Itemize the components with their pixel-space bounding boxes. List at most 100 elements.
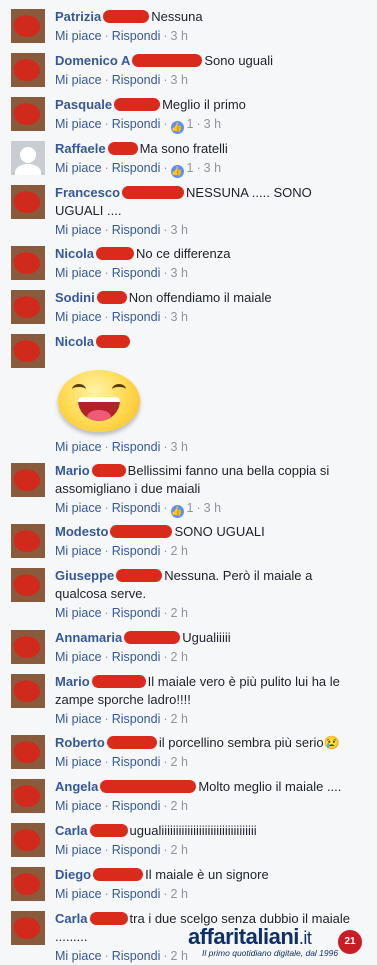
like-link[interactable]: Mi piace <box>55 712 102 726</box>
comment-actions: Mi piace · Rispondi · 3 h <box>55 29 188 43</box>
commenter-name[interactable]: Carla <box>55 823 88 838</box>
reply-link[interactable]: Rispondi <box>112 544 161 558</box>
avatar[interactable] <box>11 9 45 43</box>
thumbs-up-icon[interactable]: 👍 <box>170 165 184 178</box>
avatar[interactable] <box>11 674 45 708</box>
like-link[interactable]: Mi piace <box>55 755 102 769</box>
commenter-name[interactable]: Sodini <box>55 290 95 305</box>
timestamp[interactable]: 2 h <box>171 650 188 664</box>
commenter-name[interactable]: Roberto <box>55 735 105 750</box>
timestamp[interactable]: 2 h <box>171 755 188 769</box>
avatar[interactable] <box>11 779 45 813</box>
commenter-name[interactable]: Carla <box>55 911 88 926</box>
reply-link[interactable]: Rispondi <box>112 266 161 280</box>
avatar[interactable] <box>11 185 45 219</box>
commenter-name[interactable]: Mario <box>55 674 90 689</box>
timestamp[interactable]: 3 h <box>204 161 221 175</box>
like-link[interactable]: Mi piace <box>55 843 102 857</box>
commenter-name[interactable]: Pasquale <box>55 97 112 112</box>
like-link[interactable]: Mi piace <box>55 266 102 280</box>
timestamp[interactable]: 3 h <box>204 117 221 131</box>
comment-actions: Mi piace · Rispondi · 3 h <box>55 73 188 87</box>
avatar[interactable] <box>11 463 45 497</box>
timestamp[interactable]: 2 h <box>171 949 188 963</box>
avatar[interactable] <box>11 141 45 175</box>
reply-link[interactable]: Rispondi <box>112 799 161 813</box>
reply-link[interactable]: Rispondi <box>112 606 161 620</box>
reply-link[interactable]: Rispondi <box>112 73 161 87</box>
avatar[interactable] <box>11 246 45 280</box>
like-link[interactable]: Mi piace <box>55 544 102 558</box>
reply-link[interactable]: Rispondi <box>112 223 161 237</box>
commenter-name[interactable]: Angela <box>55 779 98 794</box>
reply-link[interactable]: Rispondi <box>112 755 161 769</box>
commenter-name[interactable]: Giuseppe <box>55 568 114 583</box>
avatar[interactable] <box>11 630 45 664</box>
reply-link[interactable]: Rispondi <box>112 949 161 963</box>
thumbs-up-icon[interactable]: 👍 <box>170 121 184 134</box>
commenter-name[interactable]: Raffaele <box>55 141 106 156</box>
like-link[interactable]: Mi piace <box>55 799 102 813</box>
thumbs-up-icon[interactable]: 👍 <box>170 505 184 518</box>
like-link[interactable]: Mi piace <box>55 501 102 515</box>
reply-link[interactable]: Rispondi <box>112 117 161 131</box>
timestamp[interactable]: 3 h <box>171 310 188 324</box>
commenter-name[interactable]: Patrizia <box>55 9 101 24</box>
timestamp[interactable]: 2 h <box>171 843 188 857</box>
commenter-name[interactable]: Nicola <box>55 246 94 261</box>
timestamp[interactable]: 2 h <box>171 887 188 901</box>
like-link[interactable]: Mi piace <box>55 440 102 454</box>
like-link[interactable]: Mi piace <box>55 117 102 131</box>
comment-text: Molto meglio il maiale .... <box>198 779 342 794</box>
like-link[interactable]: Mi piace <box>55 310 102 324</box>
avatar[interactable] <box>11 290 45 324</box>
like-link[interactable]: Mi piace <box>55 887 102 901</box>
reply-link[interactable]: Rispondi <box>112 501 161 515</box>
timestamp[interactable]: 3 h <box>171 440 188 454</box>
avatar[interactable] <box>11 334 45 368</box>
like-link[interactable]: Mi piace <box>55 949 102 963</box>
comment-actions: Mi piace · Rispondi · 3 h <box>55 310 188 324</box>
commenter-name[interactable]: Francesco <box>55 185 120 200</box>
like-link[interactable]: Mi piace <box>55 29 102 43</box>
reply-link[interactable]: Rispondi <box>112 161 161 175</box>
like-count[interactable]: 1 <box>187 117 194 131</box>
reply-link[interactable]: Rispondi <box>112 440 161 454</box>
avatar[interactable] <box>11 97 45 131</box>
like-count[interactable]: 1 <box>187 161 194 175</box>
avatar[interactable] <box>11 568 45 602</box>
like-count[interactable]: 1 <box>187 501 194 515</box>
avatar[interactable] <box>11 735 45 769</box>
reply-link[interactable]: Rispondi <box>112 650 161 664</box>
commenter-name[interactable]: Modesto <box>55 524 108 539</box>
reply-link[interactable]: Rispondi <box>112 843 161 857</box>
like-link[interactable]: Mi piace <box>55 73 102 87</box>
timestamp[interactable]: 2 h <box>171 799 188 813</box>
avatar[interactable] <box>11 823 45 857</box>
like-link[interactable]: Mi piace <box>55 223 102 237</box>
avatar[interactable] <box>11 53 45 87</box>
avatar[interactable] <box>11 867 45 901</box>
like-link[interactable]: Mi piace <box>55 161 102 175</box>
like-link[interactable]: Mi piace <box>55 650 102 664</box>
timestamp[interactable]: 3 h <box>171 223 188 237</box>
reply-link[interactable]: Rispondi <box>112 29 161 43</box>
reply-link[interactable]: Rispondi <box>112 887 161 901</box>
like-link[interactable]: Mi piace <box>55 606 102 620</box>
timestamp[interactable]: 3 h <box>171 266 188 280</box>
timestamp[interactable]: 2 h <box>171 712 188 726</box>
timestamp[interactable]: 2 h <box>171 606 188 620</box>
reply-link[interactable]: Rispondi <box>112 310 161 324</box>
commenter-name[interactable]: Mario <box>55 463 90 478</box>
commenter-name[interactable]: Diego <box>55 867 91 882</box>
commenter-name[interactable]: Annamaria <box>55 630 122 645</box>
commenter-name[interactable]: Domenico A <box>55 53 130 68</box>
commenter-name[interactable]: Nicola <box>55 334 94 349</box>
timestamp[interactable]: 2 h <box>171 544 188 558</box>
avatar[interactable] <box>11 911 45 945</box>
timestamp[interactable]: 3 h <box>204 501 221 515</box>
timestamp[interactable]: 3 h <box>171 29 188 43</box>
timestamp[interactable]: 3 h <box>171 73 188 87</box>
avatar[interactable] <box>11 524 45 558</box>
reply-link[interactable]: Rispondi <box>112 712 161 726</box>
